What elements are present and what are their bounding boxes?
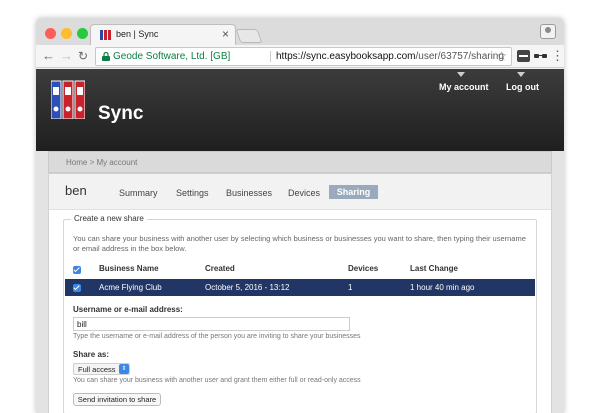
- url-separator: [270, 51, 271, 62]
- lock-icon: [102, 52, 110, 61]
- address-bar[interactable]: Geode Software, Ltd. [GB] https://sync.e…: [95, 47, 512, 66]
- url-text[interactable]: https://sync.easybooksapp.com/user/63757…: [276, 51, 504, 62]
- browser-window: ben | Sync × ← → ↻ Geode Software, Ltd. …: [36, 18, 564, 413]
- cell-devices: 1: [348, 283, 353, 292]
- username-label: Username or e-mail address:: [73, 305, 183, 314]
- row-checkbox[interactable]: [73, 284, 81, 292]
- tab-close-icon[interactable]: ×: [222, 27, 229, 41]
- share-as-value: Full access: [78, 365, 116, 374]
- site-header: Sync My account Log out: [36, 69, 564, 151]
- my-account-link[interactable]: My account: [439, 82, 489, 92]
- user-name: ben: [65, 183, 87, 198]
- tab-summary[interactable]: Summary: [119, 188, 158, 198]
- form-legend: Create a new share: [71, 214, 147, 223]
- log-out-link[interactable]: Log out: [506, 82, 539, 92]
- profile-icon[interactable]: [540, 24, 556, 39]
- bookmark-star-icon[interactable]: ☆: [496, 49, 507, 63]
- back-arrow-icon[interactable]: ←: [42, 48, 55, 64]
- username-help: Type the username or e-mail address of t…: [73, 333, 361, 340]
- zoom-window-button[interactable]: [77, 28, 88, 39]
- tab-title: ben | Sync: [116, 29, 159, 39]
- send-invitation-button[interactable]: Send invitation to share: [73, 393, 161, 406]
- tab-settings[interactable]: Settings: [176, 188, 209, 198]
- panel-header: ben Summary Settings Businesses Devices …: [49, 174, 551, 210]
- select-all-checkbox[interactable]: [73, 266, 81, 274]
- tab-devices[interactable]: Devices: [288, 188, 320, 198]
- browser-tab[interactable]: ben | Sync ×: [90, 24, 236, 45]
- column-created: Created: [205, 264, 235, 273]
- share-as-help: You can share your business with another…: [73, 377, 361, 384]
- tab-strip: ben | Sync ×: [36, 18, 564, 45]
- cell-last-change: 1 hour 40 min ago: [410, 283, 475, 292]
- glasses-extension-icon[interactable]: [534, 51, 547, 61]
- create-share-form: Create a new share You can share your bu…: [63, 214, 537, 413]
- tab-businesses[interactable]: Businesses: [226, 188, 272, 198]
- new-tab-button[interactable]: [235, 29, 263, 43]
- account-panel: ben Summary Settings Businesses Devices …: [48, 173, 552, 413]
- browser-menu-icon[interactable]: ⋮: [551, 48, 564, 64]
- tab-sharing[interactable]: Sharing: [329, 185, 378, 199]
- breadcrumb-bar: Home > My account: [48, 151, 552, 173]
- minimize-window-button[interactable]: [61, 28, 72, 39]
- select-arrows-icon: ⇕: [119, 364, 129, 374]
- binders-favicon-icon: [100, 30, 111, 40]
- forward-arrow-icon[interactable]: →: [60, 48, 73, 64]
- account-indicator-icon: [457, 72, 465, 77]
- share-as-label: Share as:: [73, 350, 110, 359]
- breadcrumb[interactable]: Home > My account: [66, 158, 137, 167]
- username-input[interactable]: [73, 317, 350, 331]
- table-row[interactable]: Acme Flying Club October 5, 2016 - 13:12…: [65, 279, 535, 296]
- column-business-name: Business Name: [99, 264, 159, 273]
- cell-business-name: Acme Flying Club: [99, 283, 162, 292]
- brand-title: Sync: [98, 103, 144, 124]
- close-window-button[interactable]: [45, 28, 56, 39]
- share-as-select[interactable]: Full access ⇕: [73, 363, 130, 375]
- binders-logo[interactable]: [51, 79, 85, 119]
- web-page: Sync My account Log out Home > My accoun…: [36, 69, 564, 413]
- certificate-org: Geode Software, Ltd. [GB]: [113, 51, 231, 62]
- column-devices: Devices: [348, 264, 379, 273]
- cell-created: October 5, 2016 - 13:12: [205, 283, 290, 292]
- logout-indicator-icon: [517, 72, 525, 77]
- column-last-change: Last Change: [410, 264, 459, 273]
- form-intro: You can share your business with another…: [73, 234, 526, 253]
- browser-toolbar: ← → ↻ Geode Software, Ltd. [GB] https://…: [36, 45, 564, 68]
- reload-icon[interactable]: ↻: [78, 48, 88, 64]
- extension-icon[interactable]: [517, 50, 530, 62]
